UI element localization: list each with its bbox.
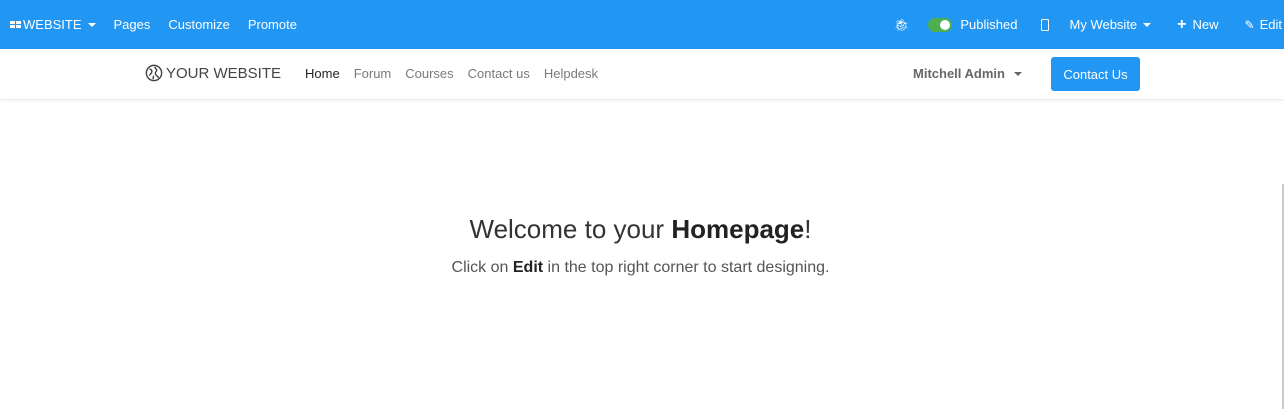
- hero-subtitle-suffix: in the top right corner to start designi…: [543, 259, 830, 276]
- new-button[interactable]: + New: [1165, 0, 1231, 49]
- hero-title: Welcome to your Homepage!: [0, 214, 1281, 245]
- new-label: New: [1192, 17, 1219, 32]
- admin-bar-right: 🐞︎ Published My Website + New ✎ Edit: [894, 0, 1284, 49]
- website-navbar: YOUR WEBSITE Home Forum Courses Contact …: [0, 49, 1284, 100]
- plus-icon: +: [1177, 15, 1187, 33]
- admin-bar-left: WEBSITE Pages Customize Promote: [0, 0, 306, 49]
- apps-menu-label: WEBSITE: [23, 17, 82, 32]
- caret-down-icon: [1013, 72, 1022, 76]
- nav-link-contact-us[interactable]: Contact us: [468, 66, 530, 81]
- toggle-switch[interactable]: [928, 17, 953, 32]
- hero-section: Welcome to your Homepage! Click on Edit …: [0, 100, 1281, 409]
- website-selector-label: My Website: [1069, 17, 1138, 32]
- contact-us-button[interactable]: Contact Us: [1051, 57, 1140, 91]
- nav-link-helpdesk[interactable]: Helpdesk: [544, 66, 598, 81]
- menu-promote[interactable]: Promote: [239, 0, 306, 49]
- published-label: Published: [960, 17, 1018, 32]
- brand-name: YOUR WEBSITE: [166, 64, 282, 82]
- admin-bar: WEBSITE Pages Customize Promote 🐞︎ Publi…: [0, 0, 1284, 49]
- hero-title-suffix: !: [804, 214, 812, 244]
- website-selector[interactable]: My Website: [1064, 0, 1166, 49]
- edit-button[interactable]: ✎ Edit: [1232, 0, 1284, 49]
- apps-menu-button[interactable]: WEBSITE: [0, 0, 105, 49]
- hero-subtitle-bold: Edit: [512, 259, 544, 276]
- debug-button[interactable]: 🐞︎: [894, 0, 922, 49]
- caret-down-icon: [1143, 23, 1152, 27]
- mobile-preview-button[interactable]: [1030, 0, 1064, 49]
- apps-grid-icon: [10, 21, 21, 28]
- menu-customize[interactable]: Customize: [159, 0, 238, 49]
- user-name: Mitchell Admin: [913, 66, 1005, 81]
- mobile-icon: [1040, 18, 1049, 31]
- edit-label: Edit: [1259, 17, 1282, 32]
- pencil-icon: ✎: [1244, 17, 1255, 32]
- nav-link-forum[interactable]: Forum: [354, 66, 392, 81]
- brand-logo[interactable]: YOUR WEBSITE: [145, 64, 281, 82]
- nav-link-home[interactable]: Home: [305, 66, 340, 81]
- hero-subtitle: Click on Edit in the top right corner to…: [0, 259, 1281, 277]
- hero-title-bold: Homepage: [671, 214, 805, 244]
- menu-pages[interactable]: Pages: [105, 0, 160, 49]
- nav-links: Home Forum Courses Contact us Helpdesk: [305, 66, 612, 81]
- hero-title-prefix: Welcome to your: [469, 214, 672, 244]
- hero-subtitle-prefix: Click on: [451, 259, 513, 276]
- caret-down-icon: [87, 23, 96, 27]
- publish-toggle[interactable]: Published: [922, 0, 1029, 49]
- user-menu[interactable]: Mitchell Admin: [913, 66, 1022, 81]
- bug-icon: 🐞︎: [894, 17, 910, 32]
- globe-icon: [145, 64, 163, 82]
- nav-link-courses[interactable]: Courses: [405, 66, 453, 81]
